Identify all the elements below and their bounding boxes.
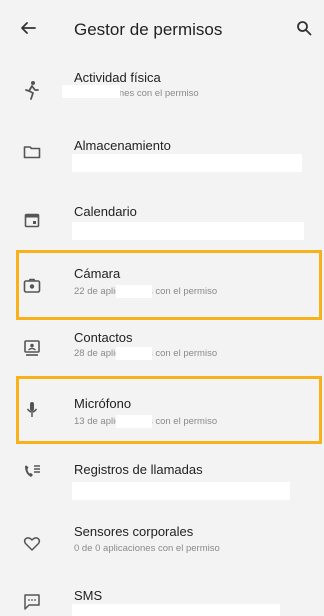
permission-item-calendar[interactable]: Calendario <box>0 194 324 252</box>
permission-item-camera[interactable]: Cámara 22 de aplicaciones con el permiso <box>0 256 324 318</box>
permission-item-body-sensors[interactable]: Sensores corporales 0 de 0 aplicaciones … <box>0 514 324 570</box>
redaction-mask <box>116 415 152 428</box>
redaction-mask <box>72 154 302 172</box>
permission-label: Registros de llamadas <box>74 462 203 477</box>
redaction-mask <box>72 604 280 616</box>
redaction-mask <box>116 285 152 298</box>
search-button[interactable] <box>290 14 318 42</box>
permission-item-sms[interactable]: SMS <box>0 578 324 616</box>
permission-item-call-logs[interactable]: Registros de llamadas <box>0 448 324 506</box>
permission-label: Sensores corporales <box>74 524 194 539</box>
redaction-mask <box>116 347 152 360</box>
sms-icon <box>22 592 42 612</box>
microphone-icon <box>22 400 42 420</box>
call-log-icon <box>22 462 42 482</box>
camera-icon <box>22 276 42 296</box>
permission-item-contacts[interactable]: Contactos 28 de aplicaciones con el perm… <box>0 324 324 380</box>
calendar-icon <box>22 210 42 230</box>
permission-label: Cámara <box>74 266 121 281</box>
heart-icon <box>22 534 42 554</box>
permission-item-microphone[interactable]: Micrófono 13 de aplicaciones con el perm… <box>0 380 324 442</box>
permission-subtitle: 0 de 0 aplicaciones con el permiso <box>74 543 220 554</box>
permission-label: Micrófono <box>74 396 132 411</box>
permission-label: Contactos <box>74 330 133 345</box>
permission-label: Almacenamiento <box>74 138 171 153</box>
redaction-mask <box>72 222 304 240</box>
run-icon <box>22 80 42 100</box>
app-bar: Gestor de permisos <box>0 0 324 60</box>
page-title: Gestor de permisos <box>74 20 223 39</box>
permission-item-storage[interactable]: Almacenamiento <box>0 128 324 186</box>
back-button[interactable] <box>14 14 42 42</box>
folder-icon <box>22 142 42 162</box>
contacts-icon <box>22 338 42 358</box>
search-icon <box>296 20 312 36</box>
permission-label: Actividad física <box>74 70 161 85</box>
permission-label: SMS <box>74 588 103 603</box>
arrow-back-icon <box>19 19 37 37</box>
permission-item-physical-activity[interactable]: Actividad física 3 aplicaciones con el p… <box>0 62 324 120</box>
redaction-mask <box>62 85 120 98</box>
permission-manager-screen: Gestor de permisos Actividad física 3 ap… <box>0 0 324 616</box>
permission-label: Calendario <box>74 204 137 219</box>
redaction-mask <box>72 482 290 500</box>
